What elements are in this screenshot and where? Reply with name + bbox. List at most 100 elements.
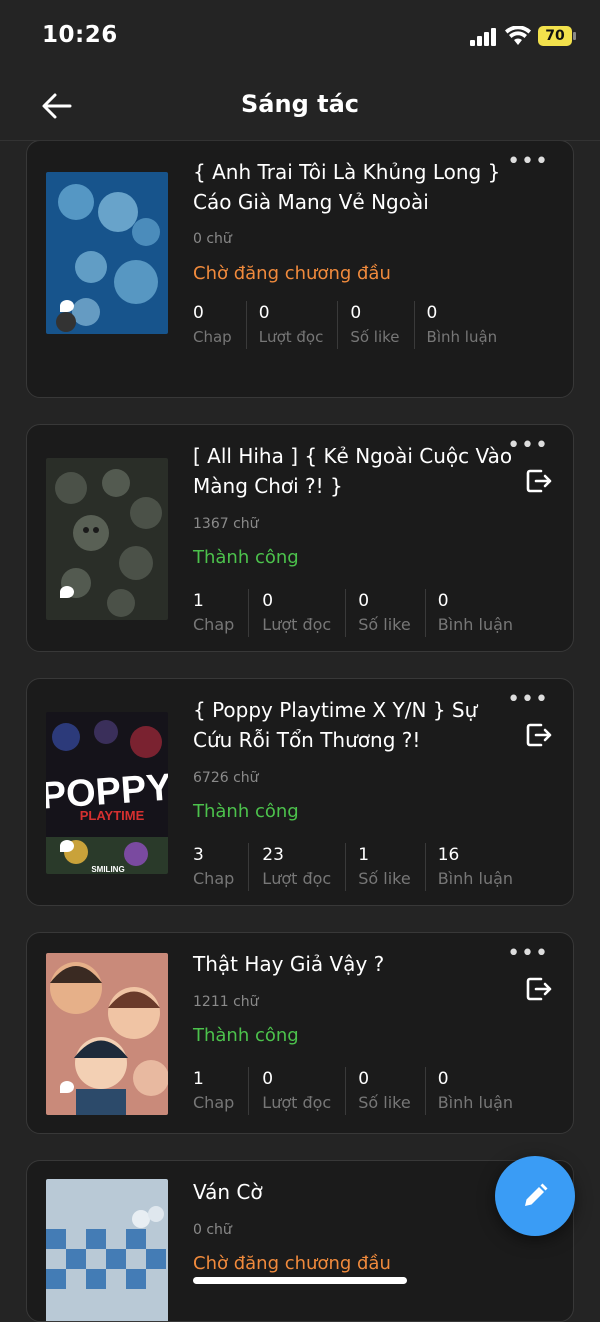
stat-comments: 16 Bình luận: [438, 843, 527, 891]
stat-reads: 0 Lượt đọc: [259, 301, 339, 349]
stat-value: 0: [258, 303, 270, 323]
stat-value: 0: [358, 591, 370, 611]
stat-label: Số like: [358, 869, 411, 888]
word-count: 6726 chữ: [193, 770, 259, 786]
write-fab-button[interactable]: [495, 1156, 575, 1236]
story-stats: 1 Chap 0 Lượt đọc 0 Số like 0 Bình luận: [193, 1067, 539, 1115]
story-cover[interactable]: [46, 172, 168, 334]
story-title[interactable]: { Poppy Playtime X Y/N } Sự Cứu Rỗi Tổn …: [193, 695, 513, 755]
app-header: Sáng tác: [0, 72, 600, 141]
exit-door-icon[interactable]: [525, 721, 553, 749]
stat-label: Bình luận: [437, 1093, 514, 1112]
stat-chap: 3 Chap: [193, 843, 250, 891]
stat-value: 0: [358, 1069, 370, 1089]
story-cover[interactable]: POPPY PLAYTIME SMILING: [46, 712, 168, 874]
story-cover[interactable]: [46, 458, 168, 620]
stat-value: 1: [358, 845, 370, 865]
cover-subtitle2-text: SMILING: [91, 865, 124, 874]
page-title: Sáng tác: [241, 90, 359, 118]
stat-likes: 0 Số like: [350, 301, 415, 349]
story-card[interactable]: POPPY PLAYTIME SMILING { Poppy Playtime …: [26, 678, 574, 906]
stat-label: Chap: [193, 615, 235, 634]
chat-bubble-icon: [60, 300, 74, 312]
stat-label: Chap: [193, 869, 235, 888]
story-stats: 3 Chap 23 Lượt đọc 1 Số like 16 Bình luận: [193, 843, 539, 891]
story-cover[interactable]: [46, 1179, 168, 1321]
stat-comments: 0 Bình luận: [438, 1067, 527, 1115]
stat-comments: 0 Bình luận: [438, 589, 527, 637]
story-card[interactable]: Thật Hay Giả Vậy ? 1211 chữ Thành công 1…: [26, 932, 574, 1134]
signal-icon: [470, 28, 496, 46]
story-status: Thành công: [193, 801, 299, 822]
stat-value: 23: [262, 845, 284, 865]
word-count: 0 chữ: [193, 231, 232, 247]
stat-label: Số like: [358, 1093, 411, 1112]
stat-value: 0: [437, 1069, 449, 1089]
stat-comments: 0 Bình luận: [427, 301, 512, 349]
cover-subtitle-text: PLAYTIME: [80, 808, 145, 823]
more-dots-icon[interactable]: •••: [507, 943, 549, 965]
story-card[interactable]: { Anh Trai Tôi Là Khủng Long } Cáo Già M…: [26, 140, 574, 398]
more-dots-icon[interactable]: •••: [507, 435, 549, 457]
chat-bubble-icon: [60, 1081, 74, 1093]
stat-value: 1: [193, 591, 204, 611]
more-dots-icon[interactable]: •••: [507, 689, 549, 711]
stat-label: Chap: [193, 328, 232, 346]
stat-likes: 0 Số like: [358, 589, 426, 637]
word-count: 1211 chữ: [193, 994, 259, 1010]
stat-value: 0: [350, 303, 362, 323]
word-count: 0 chữ: [193, 1222, 232, 1238]
story-title[interactable]: Thật Hay Giả Vậy ?: [193, 949, 513, 979]
more-dots-icon[interactable]: •••: [507, 151, 549, 173]
stat-value: 0: [262, 591, 274, 611]
story-stats: 1 Chap 0 Lượt đọc 0 Số like 0 Bình luận: [193, 589, 539, 637]
story-title[interactable]: Ván Cờ: [193, 1177, 513, 1207]
stat-value: 16: [437, 845, 460, 865]
word-count: 1367 chữ: [193, 516, 259, 532]
story-cover[interactable]: [46, 953, 168, 1115]
stat-reads: 23 Lượt đọc: [262, 843, 347, 891]
chess-board-cover-image: [46, 1179, 168, 1321]
exit-door-icon[interactable]: [525, 467, 553, 495]
battery-icon: 70: [538, 26, 572, 46]
stat-label: Số like: [358, 615, 411, 634]
story-status: Thành công: [193, 547, 299, 568]
story-status: Chờ đăng chương đầu: [193, 263, 391, 284]
stat-label: Lượt đọc: [258, 328, 324, 346]
pencil-icon: [525, 1183, 548, 1206]
stat-label: Bình luận: [437, 869, 514, 888]
stat-reads: 0 Lượt đọc: [262, 1067, 347, 1115]
story-card[interactable]: [ All Hiha ] { Kẻ Ngoài Cuộc Vào Màng Ch…: [26, 424, 574, 652]
story-status: Thành công: [193, 1025, 299, 1046]
chat-bubble-icon: [60, 840, 74, 852]
home-indicator: [193, 1277, 407, 1284]
exit-door-icon[interactable]: [525, 975, 553, 1003]
stat-chap: 1 Chap: [193, 1067, 250, 1115]
stat-value: 0: [262, 1069, 274, 1089]
stat-label: Chap: [193, 1093, 235, 1112]
story-title[interactable]: { Anh Trai Tôi Là Khủng Long } Cáo Già M…: [193, 157, 513, 217]
stat-value: 0: [437, 591, 449, 611]
chat-bubble-icon: [60, 586, 74, 598]
story-title[interactable]: [ All Hiha ] { Kẻ Ngoài Cuộc Vào Màng Ch…: [193, 441, 513, 501]
stat-label: Số like: [350, 328, 400, 346]
stat-label: Bình luận: [437, 615, 514, 634]
stat-value: 3: [193, 845, 204, 865]
story-status: Chờ đăng chương đầu: [193, 1253, 391, 1274]
wifi-icon: [505, 26, 531, 45]
stat-chap: 0 Chap: [193, 301, 247, 349]
story-card[interactable]: Ván Cờ 0 chữ Chờ đăng chương đầu: [26, 1160, 574, 1322]
stat-reads: 0 Lượt đọc: [262, 589, 347, 637]
stat-likes: 0 Số like: [358, 1067, 426, 1115]
story-stats: 0 Chap 0 Lượt đọc 0 Số like 0 Bình luận: [193, 301, 523, 349]
stat-chap: 1 Chap: [193, 589, 250, 637]
stat-likes: 1 Số like: [358, 843, 426, 891]
stat-value: 0: [426, 303, 438, 323]
stat-label: Lượt đọc: [262, 615, 332, 634]
stat-value: 0: [193, 303, 204, 323]
stat-label: Lượt đọc: [262, 869, 332, 888]
stat-label: Bình luận: [426, 328, 498, 346]
status-bar: 10:26 70: [0, 0, 600, 72]
status-time: 10:26: [42, 22, 118, 48]
stat-value: 1: [193, 1069, 204, 1089]
